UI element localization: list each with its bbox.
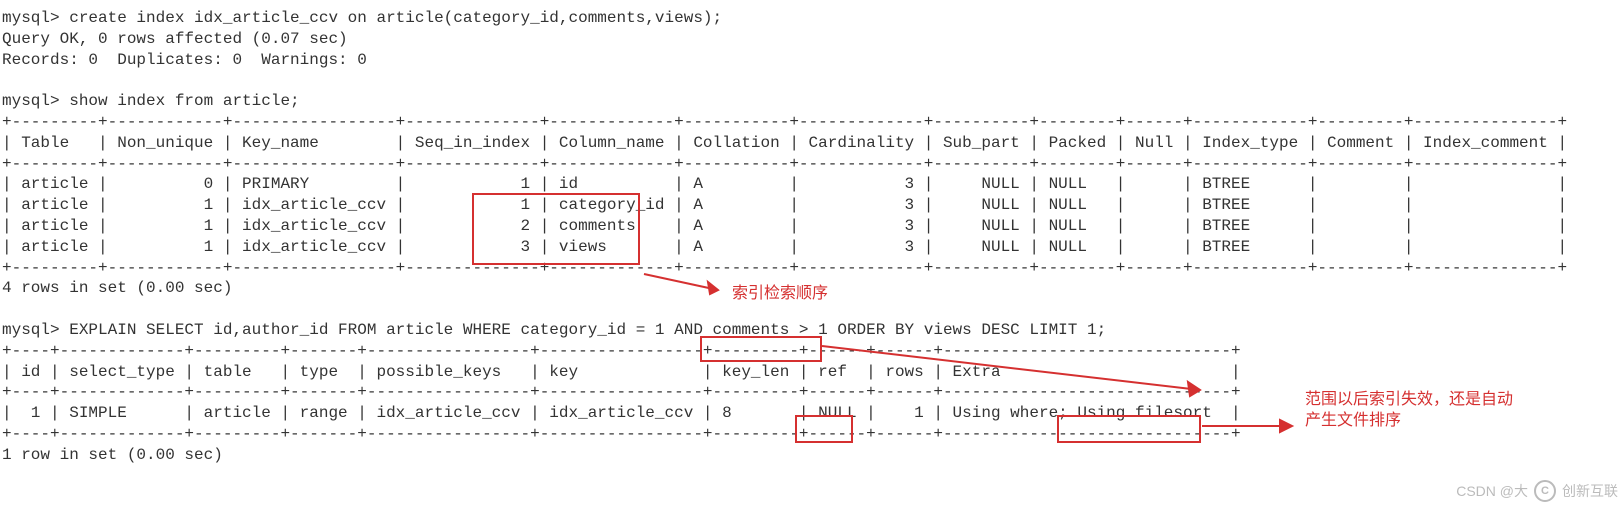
- line: | Table | Non_unique | Key_name | Seq_in…: [2, 134, 1567, 152]
- line: | article | 1 | idx_article_ccv | 2 | co…: [2, 217, 1567, 235]
- line: | article | 1 | idx_article_ccv | 1 | ca…: [2, 196, 1567, 214]
- line: 1 row in set (0.00 sec): [2, 446, 223, 464]
- line: Records: 0 Duplicates: 0 Warnings: 0: [2, 51, 367, 69]
- line: mysql> show index from article;: [2, 92, 300, 110]
- line: mysql> create index idx_article_ccv on a…: [2, 9, 722, 27]
- annotation-index-order: 索引检索顺序: [732, 284, 828, 305]
- annotation-range-invalid: 范围以后索引失效，还是自动 产生文件排序: [1305, 390, 1513, 432]
- line: +----+-------------+---------+-------+--…: [2, 425, 1241, 443]
- arrow-to-annot2: [1200, 416, 1300, 436]
- line: 4 rows in set (0.00 sec): [2, 279, 232, 297]
- annotation-range-invalid-line1: 范围以后索引失效，还是自动: [1305, 390, 1513, 411]
- watermark-csdn: CSDN @大: [1456, 482, 1528, 500]
- watermark: CSDN @大 C 创新互联: [1456, 480, 1618, 502]
- arrow-to-annot1: [640, 270, 730, 296]
- watermark-brand: 创新互联: [1562, 482, 1618, 500]
- line: +---------+------------+----------------…: [2, 113, 1567, 131]
- line: | 1 | SIMPLE | article | range | idx_art…: [2, 404, 1241, 422]
- watermark-badge-icon: C: [1534, 480, 1556, 502]
- line: +---------+------------+----------------…: [2, 259, 1567, 277]
- annotation-range-invalid-line2: 产生文件排序: [1305, 411, 1513, 432]
- line: Query OK, 0 rows affected (0.07 sec): [2, 30, 348, 48]
- line: | article | 0 | PRIMARY | 1 | id | A | 3…: [2, 175, 1567, 193]
- line: +---------+------------+----------------…: [2, 155, 1567, 173]
- line: | article | 1 | idx_article_ccv | 3 | vi…: [2, 238, 1567, 256]
- line: mysql> EXPLAIN SELECT id,author_id FROM …: [2, 321, 1106, 339]
- arrow-from-comments: [820, 338, 1210, 398]
